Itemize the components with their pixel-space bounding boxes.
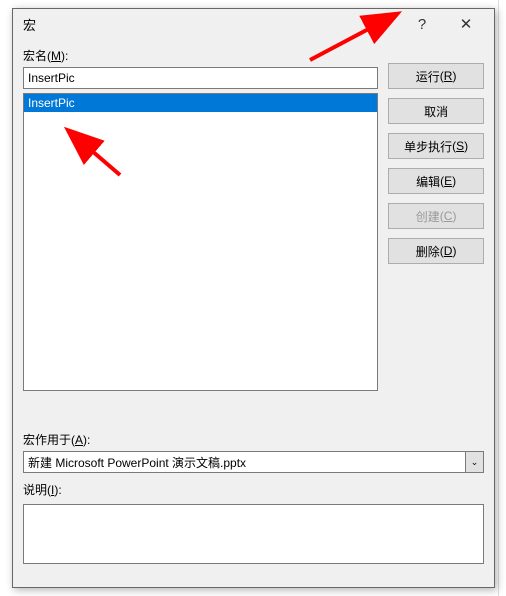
- bottom-section: 宏作用于(A): 新建 Microsoft PowerPoint 演示文稿.pp…: [23, 431, 484, 564]
- macro-dialog: 宏 ? ✕ 宏名(M): InsertPic 运行(R) 取消 单步执行(S): [12, 8, 495, 588]
- delete-button[interactable]: 删除(D): [388, 238, 484, 264]
- description-label: 说明(I):: [23, 481, 484, 498]
- titlebar: 宏 ? ✕: [13, 9, 494, 39]
- background-edge: [498, 0, 506, 596]
- macro-name-input[interactable]: [23, 67, 378, 89]
- macro-listbox[interactable]: InsertPic: [23, 93, 378, 391]
- macro-in-value: 新建 Microsoft PowerPoint 演示文稿.pptx: [23, 451, 466, 473]
- run-button[interactable]: 运行(R): [388, 63, 484, 89]
- create-button: 创建(C): [388, 203, 484, 229]
- left-column: 宏名(M): InsertPic: [23, 47, 378, 391]
- close-button[interactable]: ✕: [444, 10, 488, 38]
- step-button[interactable]: 单步执行(S): [388, 133, 484, 159]
- macro-name-label: 宏名(M):: [23, 47, 378, 64]
- macro-in-label: 宏作用于(A):: [23, 431, 484, 448]
- button-column: 运行(R) 取消 单步执行(S) 编辑(E) 创建(C) 删除(D): [388, 47, 484, 391]
- help-button[interactable]: ?: [400, 10, 444, 38]
- dialog-title: 宏: [23, 15, 400, 34]
- cancel-button[interactable]: 取消: [388, 98, 484, 124]
- macro-in-select[interactable]: 新建 Microsoft PowerPoint 演示文稿.pptx ⌄: [23, 451, 484, 473]
- dialog-body: 宏名(M): InsertPic 运行(R) 取消 单步执行(S) 编辑(E) …: [13, 39, 494, 401]
- list-item[interactable]: InsertPic: [24, 94, 377, 112]
- chevron-down-icon[interactable]: ⌄: [466, 451, 484, 473]
- description-box[interactable]: [23, 504, 484, 564]
- close-icon: ✕: [460, 15, 473, 33]
- edit-button[interactable]: 编辑(E): [388, 168, 484, 194]
